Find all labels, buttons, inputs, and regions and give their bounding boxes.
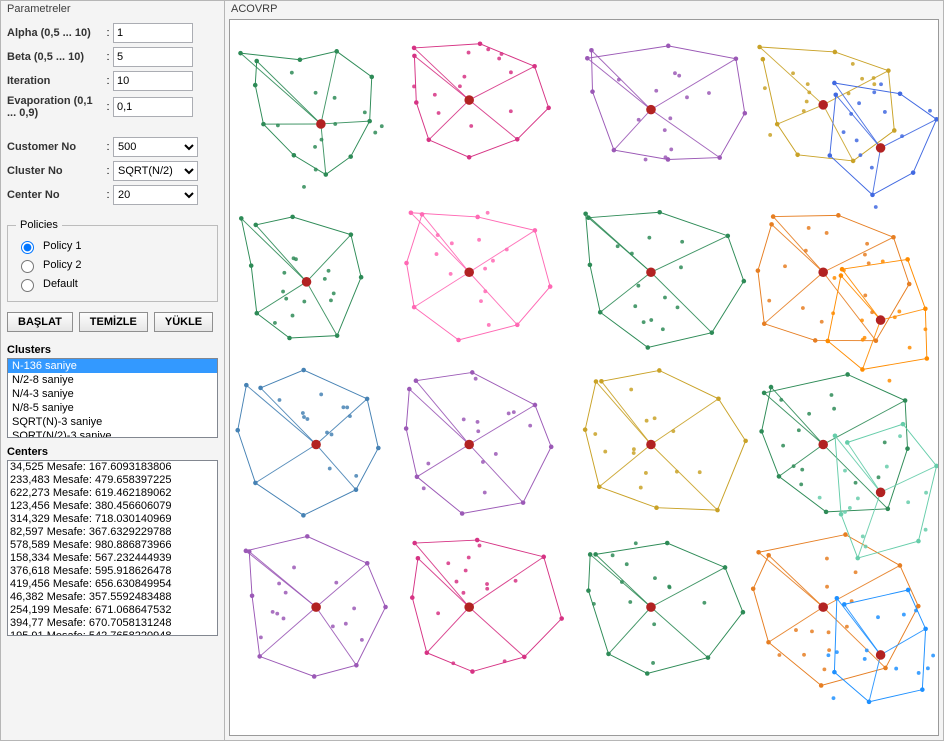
iteration-label: Iteration (7, 75, 103, 87)
alpha-input[interactable] (113, 23, 193, 43)
cluster-item[interactable]: SQRT(N)-3 saniye (8, 415, 217, 429)
canvas-title: ACOVRP (225, 1, 943, 15)
clusters-listbox[interactable]: N-136 saniyeN/2-8 saniyeN/4-3 saniyeN/8-… (7, 358, 218, 438)
center-item[interactable]: 123,456 Mesafe: 380.456606079 (10, 500, 215, 513)
policy2-radio[interactable] (21, 260, 34, 273)
default-radio[interactable] (21, 279, 34, 292)
evaporation-input[interactable] (113, 97, 193, 117)
center-item[interactable]: 314,329 Mesafe: 718.030140969 (10, 513, 215, 526)
center-item[interactable]: 195 91 Mesafe: 542 7658220948 (10, 630, 215, 636)
evaporation-label: Evaporation (0,1 ... 0,9) (7, 95, 103, 119)
beta-label: Beta (0,5 ... 10) (7, 51, 103, 63)
center-item[interactable]: 158,334 Mesafe: 567.232444939 (10, 552, 215, 565)
customer-select[interactable]: 500 (113, 137, 198, 157)
policy2-row[interactable]: Policy 2 (16, 257, 209, 273)
cluster-item[interactable]: N-136 saniye (8, 359, 217, 373)
cluster-item[interactable]: N/2-8 saniye (8, 373, 217, 387)
cluster-item[interactable]: N/8-5 saniye (8, 401, 217, 415)
center-item[interactable]: 46,382 Mesafe: 357.5592483488 (10, 591, 215, 604)
center-item[interactable]: 376,618 Mesafe: 595.918626478 (10, 565, 215, 578)
center-item[interactable]: 394,77 Mesafe: 670.7058131248 (10, 617, 215, 630)
beta-input[interactable] (113, 47, 193, 67)
policies-legend: Policies (16, 219, 62, 231)
cluster-label: Cluster No (7, 165, 103, 177)
policy1-label: Policy 1 (43, 240, 82, 252)
alpha-label: Alpha (0,5 ... 10) (7, 27, 103, 39)
center-item[interactable]: 233,483 Mesafe: 479.658397225 (10, 474, 215, 487)
cluster-select[interactable]: SQRT(N/2) (113, 161, 198, 181)
center-item[interactable]: 419,456 Mesafe: 656.630849954 (10, 578, 215, 591)
policy1-row[interactable]: Policy 1 (16, 238, 209, 254)
iteration-input[interactable] (113, 71, 193, 91)
policy2-label: Policy 2 (43, 259, 82, 271)
cluster-item[interactable]: SQRT(N/2)-3 saniye (8, 429, 217, 438)
customer-label: Customer No (7, 141, 103, 153)
parameters-panel: Parametreler Alpha (0,5 ... 10) : Beta (… (0, 0, 225, 741)
cluster-item[interactable]: N/4-3 saniye (8, 387, 217, 401)
clear-button[interactable]: TEMİZLE (79, 312, 148, 332)
param-group: Alpha (0,5 ... 10) : Beta (0,5 ... 10) :… (1, 15, 224, 213)
policies-group: Policies Policy 1 Policy 2 Default (7, 219, 218, 302)
default-row[interactable]: Default (16, 276, 209, 292)
start-button[interactable]: BAŞLAT (7, 312, 73, 332)
policy1-radio[interactable] (21, 241, 34, 254)
center-item[interactable]: 578,589 Mesafe: 980.886873966 (10, 539, 215, 552)
center-select[interactable]: 20 (113, 185, 198, 205)
canvas-panel: ACOVRP (225, 0, 944, 741)
center-item[interactable]: 82,597 Mesafe: 367.6329229788 (10, 526, 215, 539)
center-item[interactable]: 254,199 Mesafe: 671.068647532 (10, 604, 215, 617)
center-label: Center No (7, 189, 103, 201)
default-label: Default (43, 278, 78, 290)
routes-canvas (229, 19, 939, 736)
clusters-label: Clusters (1, 338, 224, 356)
load-button[interactable]: YÜKLE (154, 312, 213, 332)
parameters-title: Parametreler (1, 1, 224, 15)
center-item[interactable]: 34,525 Mesafe: 167.6093183806 (10, 461, 215, 474)
centers-label: Centers (1, 440, 224, 458)
centers-listbox[interactable]: 34,525 Mesafe: 167.6093183806233,483 Mes… (7, 460, 218, 636)
center-item[interactable]: 622,273 Mesafe: 619.462189062 (10, 487, 215, 500)
routes-svg (230, 20, 938, 735)
button-row: BAŞLAT TEMİZLE YÜKLE (1, 302, 224, 338)
